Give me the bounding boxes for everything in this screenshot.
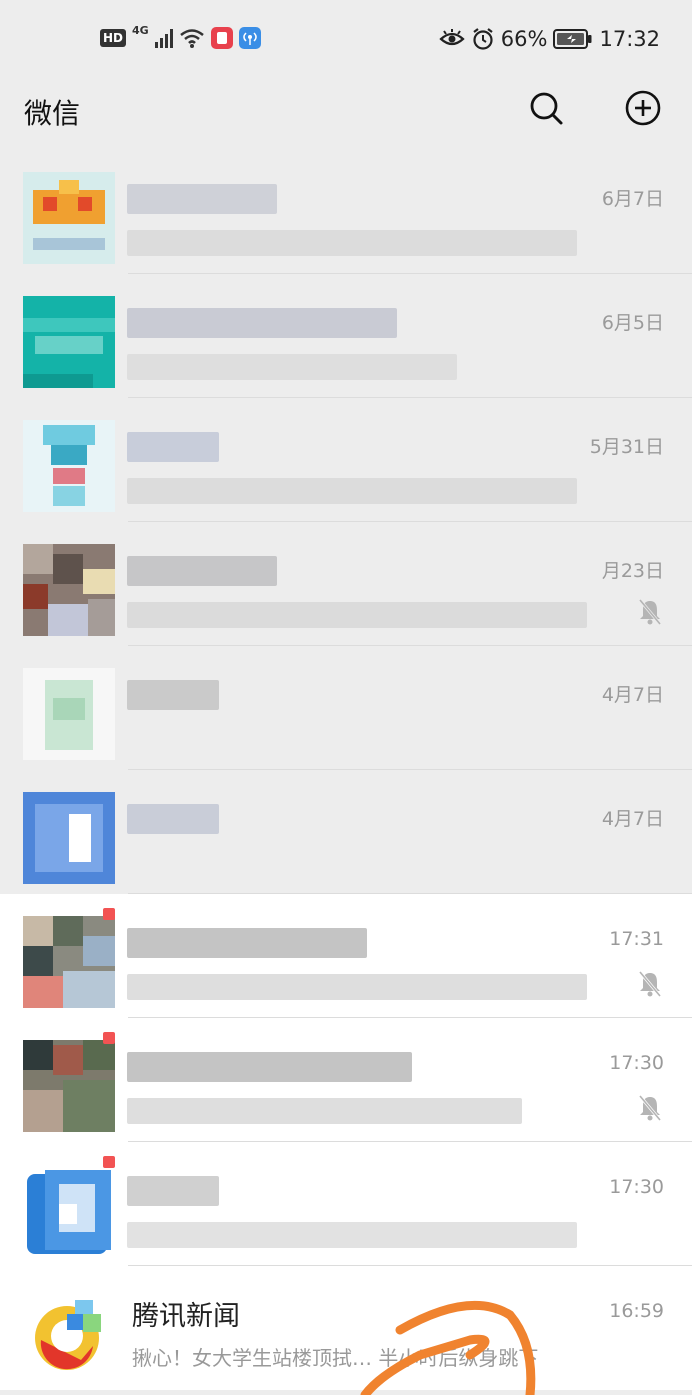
blurred-name xyxy=(127,680,219,710)
chat-row-tencent-news[interactable]: 腾讯新闻 揪心！女大学生站楼顶拭… 半小时后纵身跳下 16:59 xyxy=(0,1266,692,1390)
alarm-icon xyxy=(473,28,493,50)
chat-time: 17:30 xyxy=(609,1176,664,1198)
chat-time: 6月5日 xyxy=(601,312,664,334)
chat-time: 16:59 xyxy=(609,1300,664,1322)
search-icon[interactable] xyxy=(528,90,564,126)
add-circle-icon[interactable] xyxy=(625,90,661,126)
chat-time: 4月7日 xyxy=(601,808,664,830)
signal-icon xyxy=(154,28,173,48)
muted-bell-icon xyxy=(638,971,662,997)
blurred-name xyxy=(127,804,219,834)
chat-name: 腾讯新闻 xyxy=(132,1301,240,1332)
blurred-name xyxy=(127,184,277,214)
chat-row[interactable]: 4月7日 xyxy=(0,646,692,770)
chat-row[interactable]: 17:30 xyxy=(0,1142,692,1266)
unread-dot xyxy=(103,908,115,920)
hd-badge: HD xyxy=(100,29,127,47)
blurred-preview xyxy=(127,354,457,380)
avatar xyxy=(23,1164,115,1256)
app-header: 微信 xyxy=(0,80,692,150)
blurred-name xyxy=(127,928,367,958)
eye-comfort-icon xyxy=(439,29,465,46)
blurred-preview xyxy=(127,1098,522,1124)
status-right-icons: 66% 17:32 xyxy=(439,27,660,51)
chat-row[interactable]: 17:31 xyxy=(0,894,692,1018)
avatar xyxy=(23,420,115,512)
app-notification-icon xyxy=(210,27,233,49)
chat-row[interactable]: 6月5日 xyxy=(0,274,692,398)
avatar xyxy=(23,668,115,760)
blurred-name xyxy=(127,1052,412,1082)
clock: 17:32 xyxy=(599,27,660,51)
hotspot-icon xyxy=(238,27,261,49)
muted-bell-icon xyxy=(638,599,662,625)
chat-time: 月23日 xyxy=(601,560,664,582)
muted-bell-icon xyxy=(638,1095,662,1121)
network-type: 4G xyxy=(132,23,149,37)
blurred-name xyxy=(127,432,219,462)
avatar xyxy=(23,916,115,1008)
chat-row[interactable]: 5月31日 xyxy=(0,398,692,522)
status-left-icons: HD 4G xyxy=(100,23,261,49)
unread-dot xyxy=(103,1032,115,1044)
status-bar: HD 4G 66% 17:32 xyxy=(0,0,692,80)
wifi-icon xyxy=(179,29,204,48)
chat-row[interactable]: 月23日 xyxy=(0,522,692,646)
chat-preview: 揪心！女大学生站楼顶拭… 半小时后纵身跳下 xyxy=(132,1346,539,1370)
avatar xyxy=(23,172,115,264)
battery-percent: 66% xyxy=(500,27,548,51)
battery-icon xyxy=(553,29,592,49)
blurred-preview xyxy=(127,478,577,504)
avatar xyxy=(23,296,115,388)
blurred-name xyxy=(127,556,277,586)
chat-time: 17:31 xyxy=(609,928,664,950)
blurred-preview xyxy=(127,974,587,1000)
chat-row[interactable]: 4月7日 xyxy=(0,770,692,894)
chat-time: 5月31日 xyxy=(589,436,664,458)
chat-list: 6月7日 6月5日 5月31日 月23日 4月7日 4月7日 17:31 17:… xyxy=(0,150,692,1390)
page-title: 微信 xyxy=(24,97,81,130)
avatar xyxy=(23,792,115,884)
blurred-preview xyxy=(127,230,577,256)
chat-time: 4月7日 xyxy=(601,684,664,706)
tencent-news-logo xyxy=(23,1288,115,1380)
chat-row[interactable]: 17:30 xyxy=(0,1018,692,1142)
chat-row[interactable]: 6月7日 xyxy=(0,150,692,274)
unread-dot xyxy=(103,1156,115,1168)
avatar xyxy=(23,1040,115,1132)
avatar xyxy=(23,544,115,636)
blurred-preview xyxy=(127,602,587,628)
blurred-preview xyxy=(127,1222,577,1248)
blurred-name xyxy=(127,308,397,338)
chat-time: 6月7日 xyxy=(601,188,664,210)
chat-time: 17:30 xyxy=(609,1052,664,1074)
blurred-name xyxy=(127,1176,219,1206)
